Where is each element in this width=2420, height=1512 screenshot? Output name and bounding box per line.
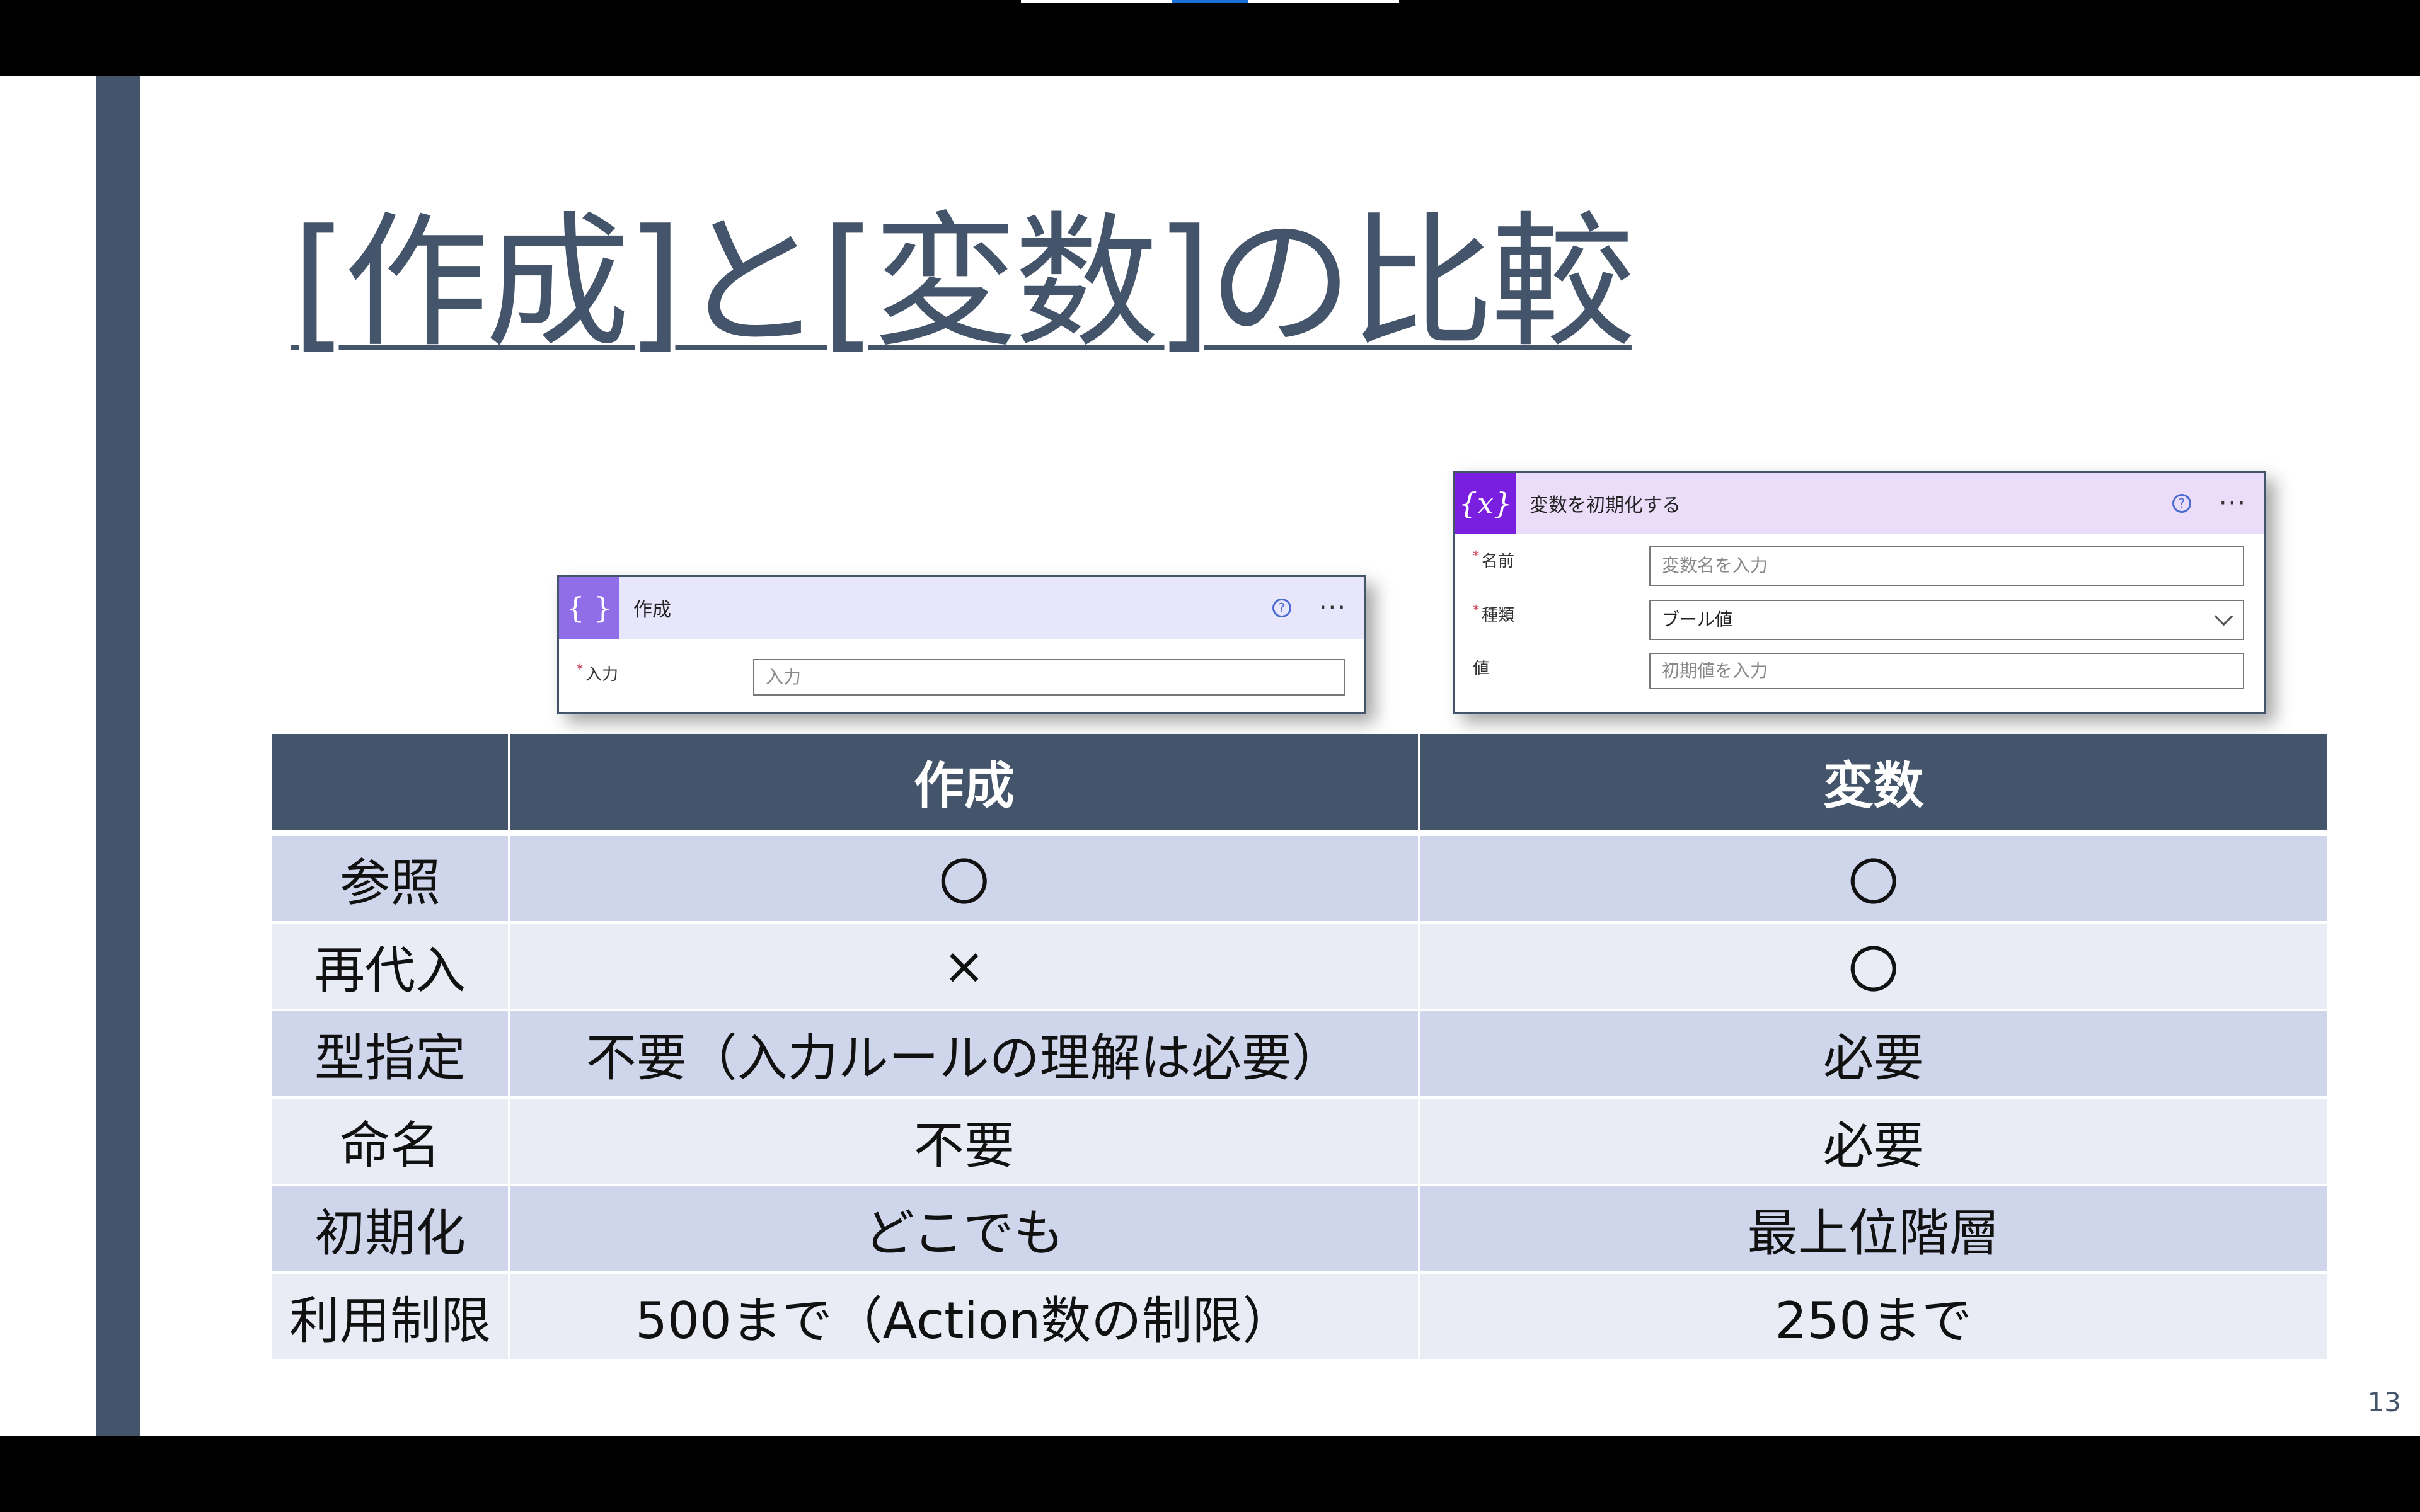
table-cell: 〇	[510, 836, 1420, 924]
table-row: 参照 〇 〇	[272, 836, 2327, 924]
table-row: 再代入 × 〇	[272, 924, 2327, 1011]
help-icon[interactable]: ?	[1272, 598, 1291, 617]
slide-side-strip	[96, 76, 140, 1436]
viewer-progress-indicator	[1021, 0, 1399, 3]
compose-input-label: * 入力	[577, 662, 618, 685]
variable-value-label: 値	[1473, 659, 1490, 678]
required-asterisk: *	[577, 662, 583, 677]
comparison-table: 作成 変数 参照 〇 〇 再代入 × 〇 型指定 不要（入力ルールの理解は必要）…	[272, 734, 2327, 1361]
table-row: 利用制限 500まで（Action数の制限） 250まで	[272, 1274, 2327, 1361]
variable-x-icon: {x}	[1455, 472, 1516, 534]
variable-name-label: * 名前	[1473, 548, 1514, 571]
table-header-cell	[272, 734, 510, 836]
variable-type-label-text: 種類	[1482, 606, 1515, 625]
chevron-down-icon	[2214, 607, 2233, 626]
viewer-bottom-bar	[0, 1436, 2420, 1512]
row-label-cell: 初期化	[272, 1186, 510, 1274]
variable-name-label-text: 名前	[1482, 552, 1515, 571]
slide-title: [作成]と[変数]の比較	[291, 199, 1635, 367]
table-cell: 〇	[1420, 924, 2327, 1011]
table-header-cell: 作成	[510, 734, 1420, 836]
initialize-variable-card[interactable]: {x} 変数を初期化する ? ··· * 名前 変数名を入力 * 種類 ブール値 値…	[1453, 471, 2266, 714]
compose-input-row: * 入力 入力	[559, 659, 1364, 697]
table-row: 型指定 不要（入力ルールの理解は必要） 必要	[272, 1011, 2327, 1099]
viewer-progress-segment	[1172, 0, 1248, 3]
table-cell: ×	[510, 924, 1420, 1011]
table-cell: 500まで（Action数の制限）	[510, 1274, 1420, 1361]
row-label-cell: 型指定	[272, 1011, 510, 1099]
required-asterisk: *	[1473, 602, 1479, 617]
variable-type-row: * 種類 ブール値	[1455, 600, 2264, 640]
variable-value-input[interactable]: 初期値を入力	[1649, 653, 2244, 689]
table-row: 命名 不要 必要	[272, 1099, 2327, 1186]
compose-braces-icon: { }	[559, 577, 619, 639]
variable-name-row: * 名前 変数名を入力	[1455, 546, 2264, 586]
compose-card-header[interactable]: { } 作成 ? ···	[559, 577, 1364, 639]
variable-name-input[interactable]: 変数名を入力	[1649, 546, 2244, 586]
row-label-cell: 利用制限	[272, 1274, 510, 1361]
variable-type-label: * 種類	[1473, 602, 1514, 626]
variable-type-select[interactable]: ブール値	[1649, 600, 2244, 640]
slide: [作成]と[変数]の比較 { } 作成 ? ··· * 入力 入力 {x} 変数を…	[0, 76, 2420, 1436]
help-icon[interactable]: ?	[2172, 494, 2191, 513]
table-cell: 必要	[1420, 1099, 2327, 1186]
table-cell: 不要（入力ルールの理解は必要）	[510, 1011, 1420, 1099]
row-label-cell: 再代入	[272, 924, 510, 1011]
compose-action-card[interactable]: { } 作成 ? ··· * 入力 入力	[557, 575, 1366, 714]
table-cell: 不要	[510, 1099, 1420, 1186]
variable-type-value: ブール値	[1662, 609, 1733, 630]
variable-card-header[interactable]: {x} 変数を初期化する ? ···	[1455, 472, 2264, 534]
row-label-cell: 参照	[272, 836, 510, 924]
table-cell: 〇	[1420, 836, 2327, 924]
variable-card-title: 変数を初期化する	[1530, 495, 1681, 517]
row-label-cell: 命名	[272, 1099, 510, 1186]
table-header-row: 作成 変数	[272, 734, 2327, 836]
compose-input-field[interactable]: 入力	[753, 659, 1345, 696]
more-options-icon[interactable]: ···	[1319, 595, 1347, 621]
more-options-icon[interactable]: ···	[2219, 491, 2247, 516]
table-cell: 必要	[1420, 1011, 2327, 1099]
table-header-cell: 変数	[1420, 734, 2327, 836]
compose-input-label-text: 入力	[585, 665, 619, 684]
variable-value-row: 値 初期値を入力	[1455, 653, 2264, 690]
page-number: 13	[2367, 1387, 2401, 1418]
required-asterisk: *	[1473, 548, 1479, 563]
compose-card-title: 作成	[633, 599, 671, 621]
table-cell: 最上位階層	[1420, 1186, 2327, 1274]
viewer-top-bar	[0, 0, 2420, 76]
table-row: 初期化 どこでも 最上位階層	[272, 1186, 2327, 1274]
table-cell: 250まで	[1420, 1274, 2327, 1361]
table-cell: どこでも	[510, 1186, 1420, 1274]
